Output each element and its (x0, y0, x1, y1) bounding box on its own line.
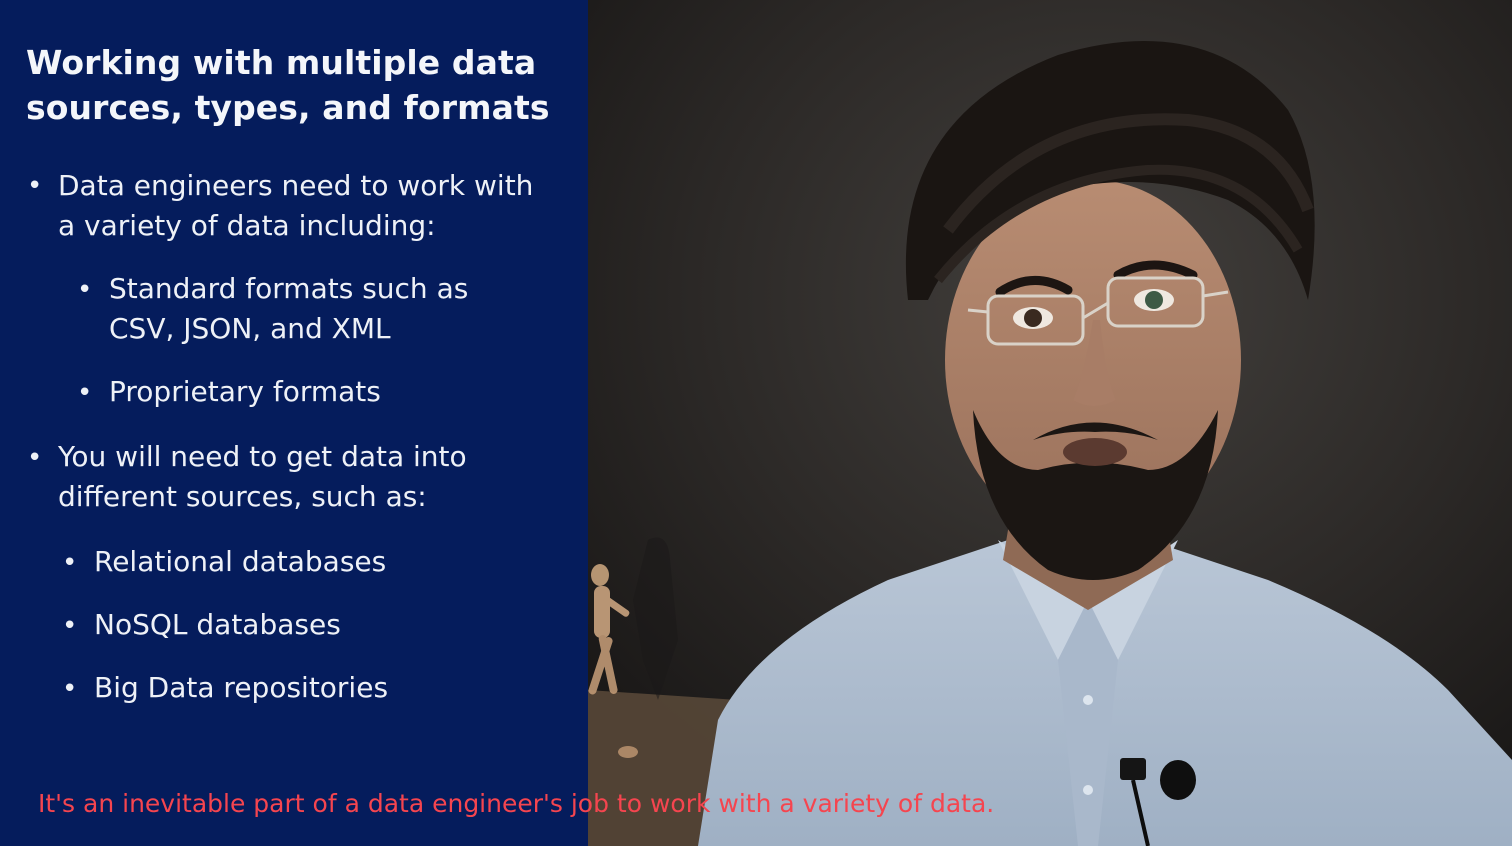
bullet-icon: • (27, 171, 43, 201)
sub-bullet-relational-databases: Relational databases (94, 545, 387, 578)
subtitle-caption: It's an inevitable part of a data engine… (38, 789, 995, 818)
slide-title: Working with multiple data sources, type… (26, 43, 550, 127)
sub-bullet-nosql-databases: NoSQL databases (94, 608, 341, 641)
bullet-icon: • (77, 378, 93, 408)
bullet-data-variety: Data engineers need to work with a varie… (58, 169, 534, 242)
video-frame[interactable]: Working with multiple data sources, type… (0, 0, 1512, 846)
bullet-icon: • (27, 443, 43, 473)
sub-bullet-standard-formats: Standard formats such as CSV, JSON, and … (109, 272, 469, 345)
presenter-illustration (588, 0, 1512, 846)
sub-bullet-big-data-repositories: Big Data repositories (94, 671, 389, 704)
bullet-data-sources: You will need to get data into different… (58, 440, 467, 513)
bullet-icon: • (62, 611, 78, 641)
lecture-slide: Working with multiple data sources, type… (0, 0, 588, 846)
sub-bullet-proprietary-formats: Proprietary formats (109, 375, 381, 408)
bullet-icon: • (62, 548, 78, 578)
bullet-icon: • (62, 674, 78, 704)
bullet-icon: • (77, 275, 93, 305)
presenter-video (588, 0, 1512, 846)
